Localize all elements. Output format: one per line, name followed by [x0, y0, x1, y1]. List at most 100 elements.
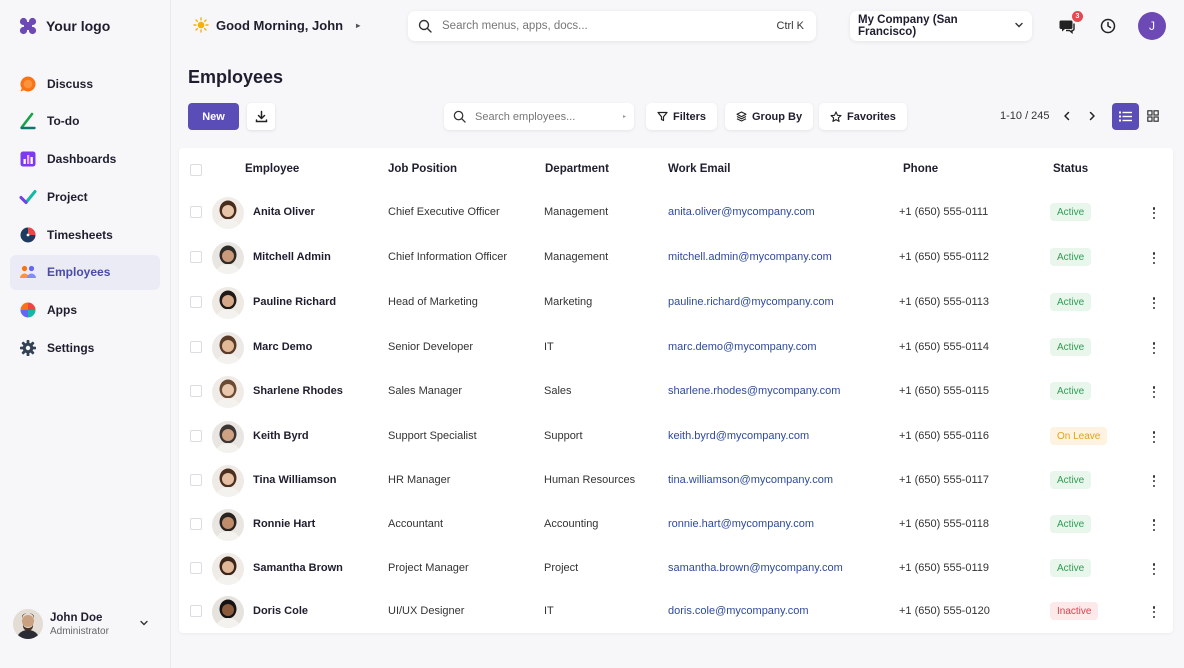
table-row[interactable]: Doris Cole UI/UX Designer IT doris.cole@myc…	[179, 590, 1173, 634]
kanban-view-button[interactable]	[1143, 106, 1163, 126]
column-header-email[interactable]: Work Email	[668, 163, 730, 175]
group-by-button[interactable]: Group By	[725, 103, 814, 130]
sidebar-item-apps[interactable]: Apps	[10, 293, 160, 328]
row-checkbox[interactable]	[190, 385, 202, 397]
search-icon	[453, 110, 466, 123]
employee-name[interactable]: Anita Oliver	[253, 206, 315, 218]
employee-name[interactable]: Tina Williamson	[253, 474, 336, 486]
employee-name[interactable]: Marc Demo	[253, 341, 312, 353]
more-options-icon[interactable]	[1151, 561, 1157, 577]
work-email-link[interactable]: keith.byrd@mycompany.com	[668, 430, 809, 442]
sidebar-item-timesheets[interactable]: Timesheets	[10, 217, 160, 252]
pager-value[interactable]: 1-10 / 245	[1000, 110, 1050, 122]
more-options-icon[interactable]	[1151, 604, 1157, 620]
activity-button[interactable]	[1098, 16, 1118, 36]
employee-search[interactable]: ▸	[444, 103, 634, 130]
table-row[interactable]: Pauline Richard Head of Marketing Marketin…	[179, 281, 1173, 325]
previous-page-button[interactable]	[1060, 109, 1074, 123]
table-row[interactable]: Marc Demo Senior Developer IT marc.demo@myc…	[179, 326, 1173, 370]
employee-name[interactable]: Pauline Richard	[253, 296, 336, 308]
table-row[interactable]: Sharlene Rhodes Sales Manager Sales sharlen…	[179, 370, 1173, 414]
user-avatar-button[interactable]: J	[1138, 12, 1166, 40]
employee-search-input[interactable]	[475, 110, 623, 123]
messages-button[interactable]: 3	[1057, 11, 1083, 36]
sidebar-item-dashboards[interactable]: Dashboards	[10, 142, 160, 177]
column-header-phone[interactable]: Phone	[903, 163, 938, 175]
sidebar-item-employees[interactable]: Employees	[10, 254, 160, 290]
more-options-icon[interactable]	[1151, 250, 1157, 266]
phone: +1 (650) 555-0115	[899, 385, 990, 397]
search-input[interactable]	[442, 20, 777, 32]
work-email-link[interactable]: sharlene.rhodes@mycompany.com	[668, 385, 840, 397]
status-badge: Active	[1050, 559, 1092, 577]
logo-icon	[19, 17, 37, 35]
employee-name[interactable]: Doris Cole	[253, 605, 308, 617]
more-options-icon[interactable]	[1151, 205, 1157, 221]
work-email-link[interactable]: pauline.richard@mycompany.com	[668, 296, 834, 308]
download-button[interactable]	[247, 103, 275, 130]
row-checkbox[interactable]	[190, 296, 202, 308]
table-row[interactable]: Mitchell Admin Chief Information Officer M…	[179, 236, 1173, 280]
sidebar-item-label: Apps	[47, 303, 77, 318]
job-position: Support Specialist	[388, 430, 477, 442]
table-row[interactable]: Tina Williamson HR Manager Human Resources…	[179, 459, 1173, 503]
row-checkbox[interactable]	[190, 474, 202, 486]
next-page-button[interactable]	[1085, 109, 1099, 123]
row-checkbox[interactable]	[190, 562, 202, 574]
employee-name[interactable]: Keith Byrd	[253, 430, 309, 442]
row-checkbox[interactable]	[190, 251, 202, 263]
sun-icon	[193, 17, 209, 33]
work-email-link[interactable]: samantha.brown@mycompany.com	[668, 562, 843, 574]
avatar	[212, 287, 244, 319]
row-checkbox[interactable]	[190, 605, 202, 617]
filters-button[interactable]: Filters	[646, 103, 718, 130]
sidebar-item-discuss[interactable]: Discuss	[10, 66, 160, 101]
table-row[interactable]: Ronnie Hart Accountant Accounting ronnie.ha…	[179, 503, 1173, 547]
more-options-icon[interactable]	[1151, 429, 1157, 445]
employee-name[interactable]: Sharlene Rhodes	[253, 385, 343, 397]
chevron-right-icon	[1089, 111, 1095, 121]
more-options-icon[interactable]	[1151, 517, 1157, 533]
work-email-link[interactable]: anita.oliver@mycompany.com	[668, 206, 815, 218]
shortcut-hint: Ctrl K	[776, 20, 805, 32]
sidebar-item-settings[interactable]: Settings	[10, 331, 160, 366]
row-checkbox[interactable]	[190, 518, 202, 530]
greeting[interactable]: Good Morning, John ▸	[193, 17, 360, 33]
more-options-icon[interactable]	[1151, 295, 1157, 311]
column-header-employee[interactable]: Employee	[245, 163, 299, 175]
work-email-link[interactable]: marc.demo@mycompany.com	[668, 341, 817, 353]
employee-name[interactable]: Samantha Brown	[253, 562, 343, 574]
employee-name[interactable]: Ronnie Hart	[253, 518, 315, 530]
employee-name[interactable]: Mitchell Admin	[253, 251, 331, 263]
sidebar-item-todo[interactable]: To-do	[10, 104, 160, 139]
work-email-link[interactable]: tina.williamson@mycompany.com	[668, 474, 833, 486]
row-checkbox[interactable]	[190, 341, 202, 353]
user-menu[interactable]: John Doe Administrator	[13, 608, 158, 640]
logo[interactable]: Your logo	[19, 17, 110, 35]
select-all-checkbox[interactable]	[190, 164, 202, 176]
global-search[interactable]: Ctrl K	[408, 11, 816, 41]
company-switcher[interactable]: My Company (San Francisco)	[850, 11, 1032, 41]
column-header-status[interactable]: Status	[1053, 163, 1088, 175]
new-button[interactable]: New	[188, 103, 239, 130]
favorites-button[interactable]: Favorites	[819, 103, 907, 130]
table-row[interactable]: Samantha Brown Project Manager Project sama…	[179, 547, 1173, 591]
row-checkbox[interactable]	[190, 430, 202, 442]
phone: +1 (650) 555-0112	[899, 251, 990, 263]
more-options-icon[interactable]	[1151, 384, 1157, 400]
sidebar-item-project[interactable]: Project	[10, 179, 160, 214]
chevron-down-icon[interactable]	[139, 615, 149, 633]
job-position: Head of Marketing	[388, 296, 478, 308]
work-email-link[interactable]: mitchell.admin@mycompany.com	[668, 251, 832, 263]
row-checkbox[interactable]	[190, 206, 202, 218]
avatar	[212, 421, 244, 453]
table-row[interactable]: Keith Byrd Support Specialist Support keith…	[179, 415, 1173, 459]
more-options-icon[interactable]	[1151, 340, 1157, 356]
work-email-link[interactable]: doris.cole@mycompany.com	[668, 605, 809, 617]
column-header-job[interactable]: Job Position	[388, 163, 457, 175]
more-options-icon[interactable]	[1151, 473, 1157, 489]
list-view-button[interactable]	[1112, 103, 1139, 130]
column-header-department[interactable]: Department	[545, 163, 609, 175]
work-email-link[interactable]: ronnie.hart@mycompany.com	[668, 518, 814, 530]
table-row[interactable]: Anita Oliver Chief Executive Officer Manag…	[179, 191, 1173, 235]
